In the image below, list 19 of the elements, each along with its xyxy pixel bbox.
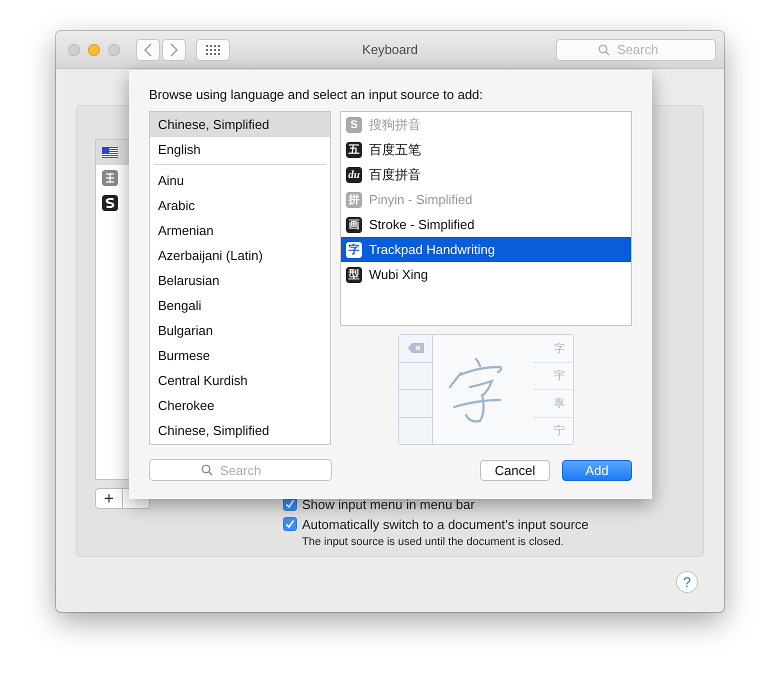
input-source-label: 百度拼音 — [369, 166, 421, 184]
checkbox-label: Show input menu in menu bar — [302, 496, 475, 512]
input-source-label: Pinyin - Simplified — [369, 192, 472, 207]
input-method-icon: du — [346, 166, 362, 182]
prompt-text: Browse using language and select an input source to add: — [149, 87, 484, 104]
checkbox-label: Automatically switch to a document’s input source — [302, 516, 589, 532]
input-method-icon: 五 — [346, 142, 362, 158]
input-method-icon: 字 — [346, 242, 362, 258]
input-source-label: Trackpad Handwriting — [369, 242, 495, 257]
input-method-icon: 型 — [346, 266, 362, 282]
input-method-icon: 画 — [346, 216, 362, 232]
hint-text: The input source is used until the document is closed. — [302, 536, 565, 548]
input-source-label: 搜狗拼音 — [369, 116, 421, 134]
input-method-icon: S — [346, 116, 362, 132]
input-source-label: Stroke - Simplified — [369, 217, 474, 232]
window-title: Keyboard — [362, 42, 418, 57]
input-source-label: 百度五笔 — [369, 140, 421, 158]
input-method-icon: 拼 — [346, 192, 362, 208]
input-source-label: Wubi Xing — [369, 267, 428, 282]
